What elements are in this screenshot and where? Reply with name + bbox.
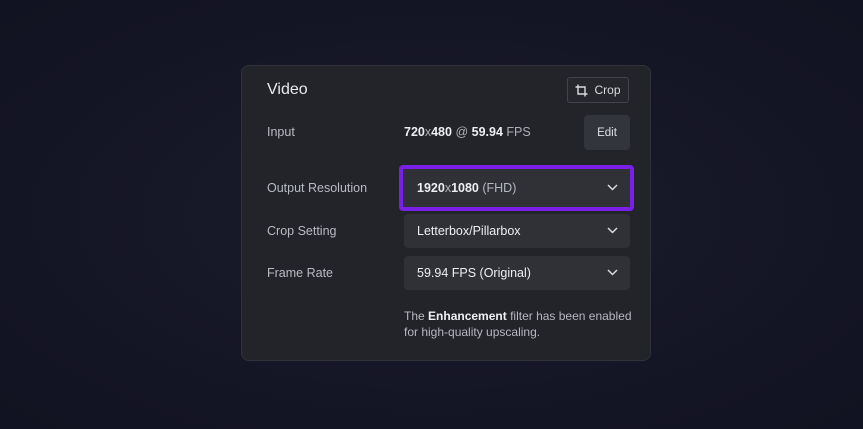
enhancement-note: The Enhancement filter has been enabled … bbox=[404, 308, 634, 340]
crop-setting-select[interactable]: Letterbox/Pillarbox bbox=[404, 214, 630, 248]
crop-button-label: Crop bbox=[594, 83, 621, 97]
output-suffix: (FHD) bbox=[482, 181, 517, 195]
crop-setting-value: Letterbox/Pillarbox bbox=[417, 224, 521, 238]
chevron-down-icon bbox=[607, 269, 618, 276]
input-label: Input bbox=[267, 125, 295, 139]
output-width: 1920 bbox=[417, 181, 445, 195]
video-settings-panel: Video Crop Input 720x480 @ 59.94 FPS Edi… bbox=[241, 65, 651, 361]
edit-button[interactable]: Edit bbox=[584, 115, 630, 150]
input-at: @ bbox=[455, 125, 469, 139]
input-fps: 59.94 bbox=[471, 125, 503, 139]
crop-icon bbox=[575, 84, 588, 97]
crop-button[interactable]: Crop bbox=[567, 77, 629, 103]
output-resolution-label: Output Resolution bbox=[267, 181, 368, 195]
output-height: 1080 bbox=[451, 181, 479, 195]
input-fps-unit: FPS bbox=[506, 125, 531, 139]
input-value: 720x480 @ 59.94 FPS bbox=[404, 125, 531, 139]
note-bold: Enhancement bbox=[428, 309, 507, 323]
frame-rate-label: Frame Rate bbox=[267, 266, 333, 280]
chevron-down-icon bbox=[607, 227, 618, 234]
note-prefix: The bbox=[404, 309, 425, 323]
chevron-down-icon bbox=[607, 184, 618, 191]
input-height: 480 bbox=[431, 125, 452, 139]
frame-rate-select[interactable]: 59.94 FPS (Original) bbox=[404, 256, 630, 290]
output-resolution-select[interactable]: 1920 x 1080 (FHD) bbox=[399, 165, 634, 211]
crop-setting-label: Crop Setting bbox=[267, 224, 337, 238]
frame-rate-value: 59.94 FPS (Original) bbox=[417, 266, 531, 280]
input-width: 720 bbox=[404, 125, 425, 139]
panel-title: Video bbox=[267, 81, 308, 98]
